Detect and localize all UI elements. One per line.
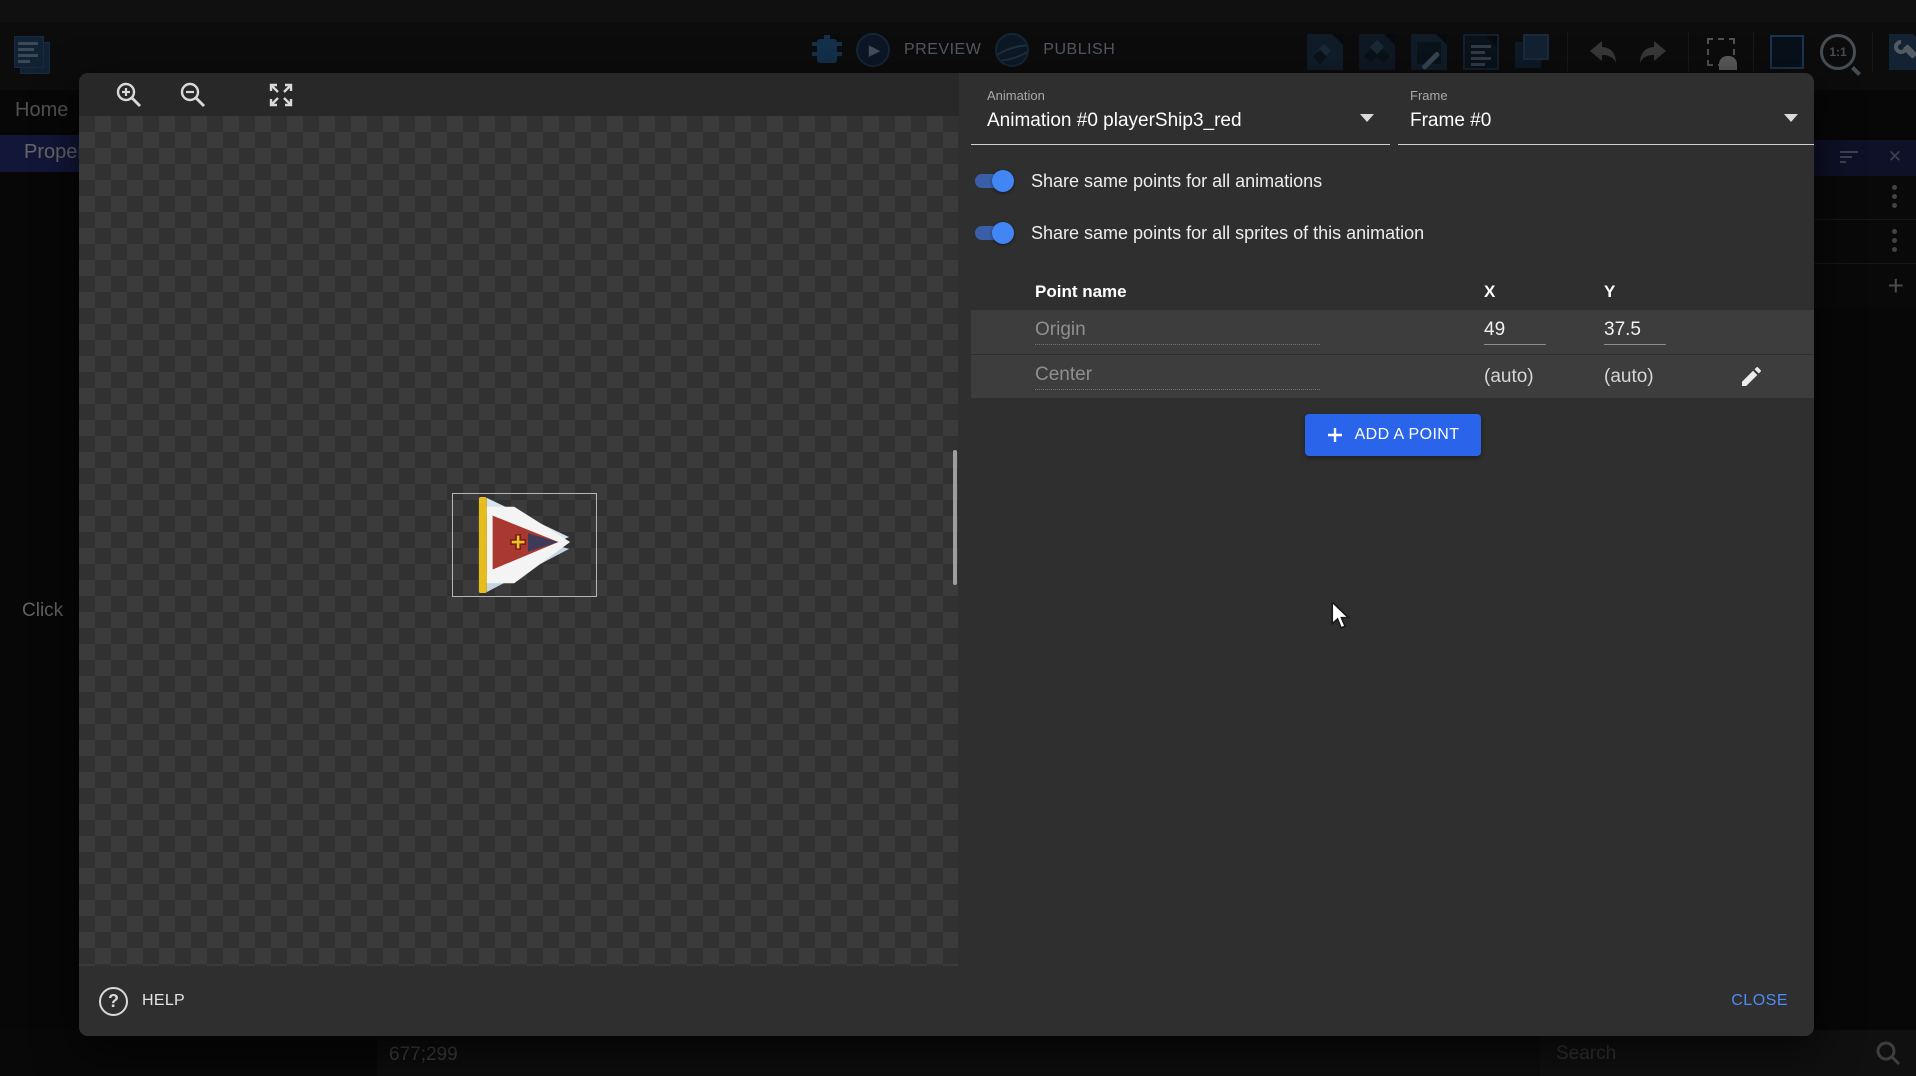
column-point-name: Point name <box>971 282 1484 302</box>
frame-select[interactable]: Frame Frame #0 <box>1398 79 1814 145</box>
chevron-down-icon <box>1784 114 1798 122</box>
canvas-scrollbar[interactable] <box>953 450 957 585</box>
chevron-down-icon <box>1360 114 1374 122</box>
help-button[interactable]: ? HELP <box>99 987 185 1016</box>
points-panel: Animation Animation #0 playerShip3_red F… <box>959 73 1814 966</box>
point-y-auto: (auto) <box>1604 366 1724 388</box>
app-window: ▶ PREVIEW PUBLISH <box>0 0 1916 1076</box>
point-x-field[interactable]: 49 <box>1484 319 1546 345</box>
animation-select-label: Animation <box>987 88 1390 103</box>
dialog-footer: ? HELP CLOSE <box>79 966 1814 1036</box>
animation-select[interactable]: Animation Animation #0 playerShip3_red <box>971 79 1390 145</box>
fit-to-view-button[interactable] <box>264 78 298 112</box>
zoom-in-icon <box>115 81 143 109</box>
share-points-all-sprites-toggle[interactable] <box>975 225 1011 241</box>
point-name-field[interactable]: Center <box>1035 364 1320 390</box>
frame-select-label: Frame <box>1410 88 1814 103</box>
zoom-in-button[interactable] <box>112 78 146 112</box>
table-row-center: Center (auto) (auto) <box>971 354 1814 398</box>
player-ship-sprite <box>453 494 596 596</box>
close-button[interactable]: CLOSE <box>1731 992 1788 1010</box>
help-question-icon: ? <box>99 987 128 1016</box>
edit-points-dialog: Animation Animation #0 playerShip3_red F… <box>79 73 1814 1036</box>
edit-pencil-icon[interactable] <box>1738 364 1764 390</box>
share-points-all-animations-label: Share same points for all animations <box>1031 171 1322 192</box>
sprite-selection-rect <box>452 493 597 597</box>
add-a-point-button[interactable]: ADD A POINT <box>1305 414 1481 456</box>
point-y-field[interactable]: 37.5 <box>1604 319 1666 345</box>
animation-select-value: Animation #0 playerShip3_red <box>987 110 1390 132</box>
points-table: Point name X Y Origin 49 37.5 Center (au… <box>971 274 1814 398</box>
point-name-field[interactable]: Origin <box>1035 319 1320 345</box>
column-x: X <box>1484 282 1604 302</box>
points-preview-canvas[interactable] <box>79 116 958 966</box>
point-x-auto: (auto) <box>1484 366 1604 388</box>
table-row-origin: Origin 49 37.5 <box>971 310 1814 354</box>
expand-icon <box>267 81 295 109</box>
zoom-out-button[interactable] <box>176 78 210 112</box>
share-points-all-sprites-label: Share same points for all sprites of thi… <box>1031 223 1424 244</box>
share-points-all-animations-toggle[interactable] <box>975 173 1011 189</box>
frame-select-value: Frame #0 <box>1410 110 1814 132</box>
zoom-out-icon <box>179 81 207 109</box>
mouse-cursor <box>1330 602 1354 630</box>
canvas-toolbar <box>79 73 959 116</box>
plus-icon <box>1326 426 1344 444</box>
column-y: Y <box>1604 282 1724 302</box>
